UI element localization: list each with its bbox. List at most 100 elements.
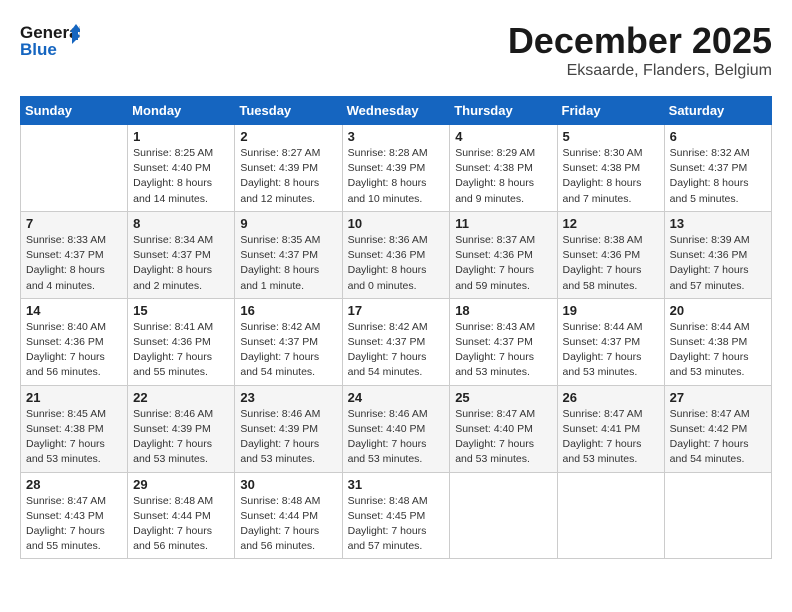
calendar-day-cell: 11Sunrise: 8:37 AM Sunset: 4:36 PM Dayli… xyxy=(450,211,557,298)
day-number: 27 xyxy=(670,390,766,405)
calendar-day-cell xyxy=(21,125,128,212)
calendar-week-row: 21 Sunrise: 8:45 AM Sunset: 4:38 PM Dayli… xyxy=(21,385,772,472)
calendar-day-cell: 23Sunrise: 8:46 AM Sunset: 4:39 PM Dayli… xyxy=(235,385,342,472)
calendar-day-cell xyxy=(450,472,557,559)
calendar-body: 1 Sunrise: 8:25 AM Sunset: 4:40 PM Daylig… xyxy=(21,125,772,559)
day-detail: Sunrise: 8:36 AM Sunset: 4:36 PM Dayligh… xyxy=(348,233,445,294)
calendar-day-cell: 5Sunrise: 8:30 AM Sunset: 4:38 PM Daylig… xyxy=(557,125,664,212)
svg-text:Blue: Blue xyxy=(20,40,57,59)
day-number: 12 xyxy=(563,216,659,231)
weekday-header-row: SundayMondayTuesdayWednesdayThursdayFrid… xyxy=(21,97,772,125)
day-detail: Sunrise: 8:47 AM Sunset: 4:42 PM Dayligh… xyxy=(670,407,766,468)
calendar-week-row: 14Sunrise: 8:40 AM Sunset: 4:36 PM Dayli… xyxy=(21,298,772,385)
day-detail: Sunrise: 8:48 AM Sunset: 4:44 PM Dayligh… xyxy=(240,494,336,555)
calendar-day-cell: 30 Sunrise: 8:48 AM Sunset: 4:44 PM Dayli… xyxy=(235,472,342,559)
day-detail: Sunrise: 8:43 AM Sunset: 4:37 PM Dayligh… xyxy=(455,320,551,381)
calendar-day-cell: 7 Sunrise: 8:33 AM Sunset: 4:37 PM Daylig… xyxy=(21,211,128,298)
calendar-day-cell: 16 Sunrise: 8:42 AM Sunset: 4:37 PM Dayli… xyxy=(235,298,342,385)
day-number: 31 xyxy=(348,477,445,492)
day-detail: Sunrise: 8:47 AM Sunset: 4:40 PM Dayligh… xyxy=(455,407,551,468)
day-number: 1 xyxy=(133,129,229,144)
calendar-day-cell: 2Sunrise: 8:27 AM Sunset: 4:39 PM Daylig… xyxy=(235,125,342,212)
day-number: 11 xyxy=(455,216,551,231)
weekday-header-cell: Tuesday xyxy=(235,97,342,125)
day-number: 18 xyxy=(455,303,551,318)
page-header: General Blue December 2025 Eksaarde, Fla… xyxy=(20,20,772,80)
calendar-day-cell: 9Sunrise: 8:35 AM Sunset: 4:37 PM Daylig… xyxy=(235,211,342,298)
day-number: 4 xyxy=(455,129,551,144)
calendar-day-cell: 20Sunrise: 8:44 AM Sunset: 4:38 PM Dayli… xyxy=(664,298,771,385)
day-number: 29 xyxy=(133,477,229,492)
day-detail: Sunrise: 8:34 AM Sunset: 4:37 PM Dayligh… xyxy=(133,233,229,294)
day-detail: Sunrise: 8:48 AM Sunset: 4:45 PM Dayligh… xyxy=(348,494,445,555)
day-detail: Sunrise: 8:42 AM Sunset: 4:37 PM Dayligh… xyxy=(240,320,336,381)
calendar-day-cell: 13 Sunrise: 8:39 AM Sunset: 4:36 PM Dayli… xyxy=(664,211,771,298)
day-detail: Sunrise: 8:29 AM Sunset: 4:38 PM Dayligh… xyxy=(455,146,551,207)
calendar-day-cell: 26Sunrise: 8:47 AM Sunset: 4:41 PM Dayli… xyxy=(557,385,664,472)
calendar-day-cell: 25 Sunrise: 8:47 AM Sunset: 4:40 PM Dayli… xyxy=(450,385,557,472)
calendar-day-cell: 17 Sunrise: 8:42 AM Sunset: 4:37 PM Dayli… xyxy=(342,298,450,385)
day-detail: Sunrise: 8:41 AM Sunset: 4:36 PM Dayligh… xyxy=(133,320,229,381)
day-number: 30 xyxy=(240,477,336,492)
calendar-week-row: 28 Sunrise: 8:47 AM Sunset: 4:43 PM Dayli… xyxy=(21,472,772,559)
weekday-header-cell: Wednesday xyxy=(342,97,450,125)
calendar-day-cell: 12Sunrise: 8:38 AM Sunset: 4:36 PM Dayli… xyxy=(557,211,664,298)
calendar-day-cell: 18 Sunrise: 8:43 AM Sunset: 4:37 PM Dayli… xyxy=(450,298,557,385)
weekday-header-cell: Friday xyxy=(557,97,664,125)
day-number: 17 xyxy=(348,303,445,318)
calendar-day-cell: 22 Sunrise: 8:46 AM Sunset: 4:39 PM Dayli… xyxy=(128,385,235,472)
calendar-day-cell: 14Sunrise: 8:40 AM Sunset: 4:36 PM Dayli… xyxy=(21,298,128,385)
day-number: 21 xyxy=(26,390,122,405)
title-block: December 2025 Eksaarde, Flanders, Belgiu… xyxy=(508,20,772,80)
calendar-day-cell: 27 Sunrise: 8:47 AM Sunset: 4:42 PM Dayli… xyxy=(664,385,771,472)
day-number: 26 xyxy=(563,390,659,405)
calendar-table: SundayMondayTuesdayWednesdayThursdayFrid… xyxy=(20,96,772,559)
day-detail: Sunrise: 8:25 AM Sunset: 4:40 PM Dayligh… xyxy=(133,146,229,207)
logo: General Blue xyxy=(20,20,80,60)
day-detail: Sunrise: 8:47 AM Sunset: 4:43 PM Dayligh… xyxy=(26,494,122,555)
day-number: 19 xyxy=(563,303,659,318)
day-detail: Sunrise: 8:45 AM Sunset: 4:38 PM Dayligh… xyxy=(26,407,122,468)
day-number: 25 xyxy=(455,390,551,405)
day-detail: Sunrise: 8:35 AM Sunset: 4:37 PM Dayligh… xyxy=(240,233,336,294)
day-number: 6 xyxy=(670,129,766,144)
month-title: December 2025 xyxy=(508,20,772,62)
day-detail: Sunrise: 8:42 AM Sunset: 4:37 PM Dayligh… xyxy=(348,320,445,381)
calendar-day-cell: 15 Sunrise: 8:41 AM Sunset: 4:36 PM Dayli… xyxy=(128,298,235,385)
logo-icon: General Blue xyxy=(20,20,80,60)
calendar-day-cell: 10Sunrise: 8:36 AM Sunset: 4:36 PM Dayli… xyxy=(342,211,450,298)
day-number: 7 xyxy=(26,216,122,231)
day-detail: Sunrise: 8:39 AM Sunset: 4:36 PM Dayligh… xyxy=(670,233,766,294)
calendar-day-cell: 8Sunrise: 8:34 AM Sunset: 4:37 PM Daylig… xyxy=(128,211,235,298)
day-number: 23 xyxy=(240,390,336,405)
day-detail: Sunrise: 8:28 AM Sunset: 4:39 PM Dayligh… xyxy=(348,146,445,207)
day-detail: Sunrise: 8:33 AM Sunset: 4:37 PM Dayligh… xyxy=(26,233,122,294)
calendar-day-cell: 1 Sunrise: 8:25 AM Sunset: 4:40 PM Daylig… xyxy=(128,125,235,212)
day-number: 22 xyxy=(133,390,229,405)
day-number: 20 xyxy=(670,303,766,318)
calendar-day-cell: 21 Sunrise: 8:45 AM Sunset: 4:38 PM Dayli… xyxy=(21,385,128,472)
day-number: 2 xyxy=(240,129,336,144)
day-detail: Sunrise: 8:30 AM Sunset: 4:38 PM Dayligh… xyxy=(563,146,659,207)
day-detail: Sunrise: 8:32 AM Sunset: 4:37 PM Dayligh… xyxy=(670,146,766,207)
weekday-header-cell: Thursday xyxy=(450,97,557,125)
day-number: 15 xyxy=(133,303,229,318)
day-number: 14 xyxy=(26,303,122,318)
calendar-day-cell: 3Sunrise: 8:28 AM Sunset: 4:39 PM Daylig… xyxy=(342,125,450,212)
day-number: 24 xyxy=(348,390,445,405)
day-number: 13 xyxy=(670,216,766,231)
weekday-header-cell: Sunday xyxy=(21,97,128,125)
calendar-day-cell: 19 Sunrise: 8:44 AM Sunset: 4:37 PM Dayli… xyxy=(557,298,664,385)
day-detail: Sunrise: 8:48 AM Sunset: 4:44 PM Dayligh… xyxy=(133,494,229,555)
calendar-day-cell xyxy=(664,472,771,559)
calendar-day-cell: 4 Sunrise: 8:29 AM Sunset: 4:38 PM Daylig… xyxy=(450,125,557,212)
calendar-day-cell: 31 Sunrise: 8:48 AM Sunset: 4:45 PM Dayli… xyxy=(342,472,450,559)
calendar-day-cell: 29 Sunrise: 8:48 AM Sunset: 4:44 PM Dayli… xyxy=(128,472,235,559)
day-detail: Sunrise: 8:44 AM Sunset: 4:37 PM Dayligh… xyxy=(563,320,659,381)
calendar-day-cell xyxy=(557,472,664,559)
calendar-day-cell: 28 Sunrise: 8:47 AM Sunset: 4:43 PM Dayli… xyxy=(21,472,128,559)
day-number: 16 xyxy=(240,303,336,318)
location-subtitle: Eksaarde, Flanders, Belgium xyxy=(508,62,772,80)
day-detail: Sunrise: 8:46 AM Sunset: 4:39 PM Dayligh… xyxy=(133,407,229,468)
day-number: 28 xyxy=(26,477,122,492)
